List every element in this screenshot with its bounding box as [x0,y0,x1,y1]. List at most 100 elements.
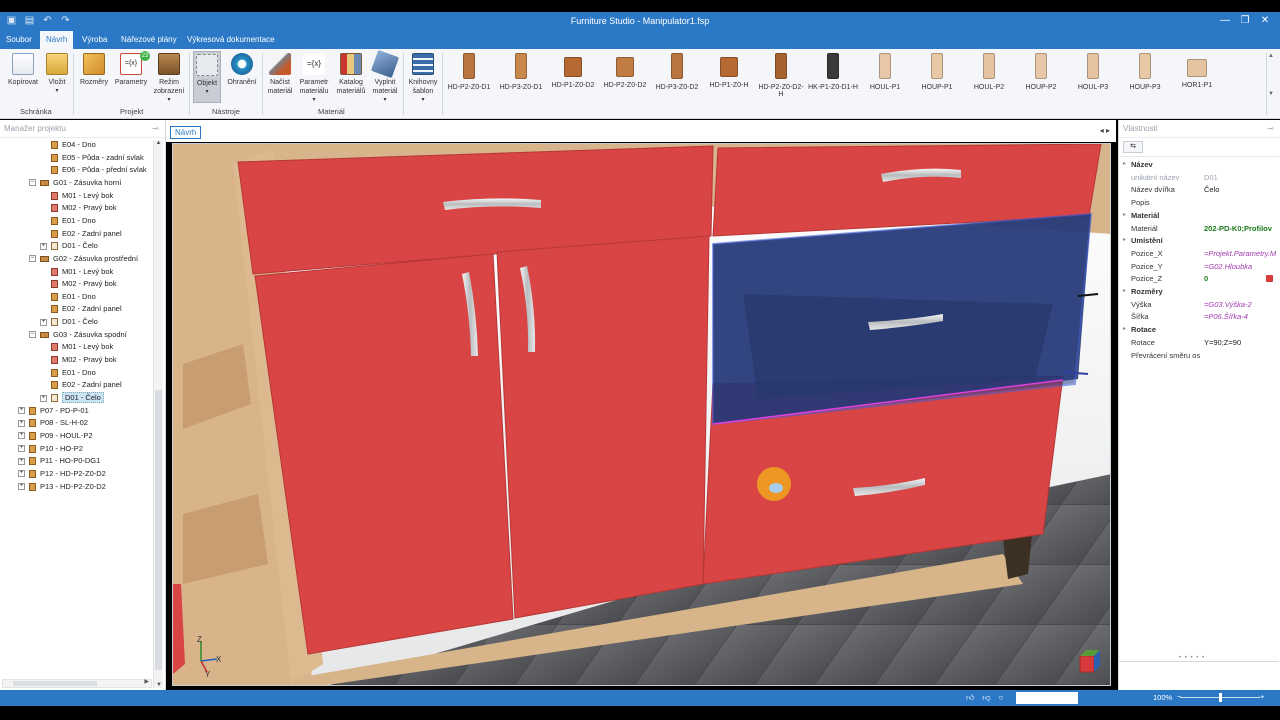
property-value[interactable]: =P06.Šířka-4 [1204,310,1248,323]
part-template-item[interactable]: HOUP-P3 [1120,53,1170,91]
tree-item[interactable]: M02 - Pravý bok [40,202,117,214]
expand-icon[interactable]: + [18,407,25,415]
property-value[interactable]: Čelo [1204,183,1219,196]
tree-item[interactable]: M01 - Levý bok [40,190,113,202]
dimensions-button[interactable]: Rozměry [78,53,110,87]
view-mode-dropdown-icon[interactable]: ▾ [152,96,186,105]
part-template-item[interactable]: HOR1-P1 [1172,53,1222,89]
part-template-item[interactable]: HOUP-P1 [912,53,962,91]
expand-icon[interactable]: + [18,470,25,478]
parameters-button[interactable]: ={x} 23 Parametry [113,51,150,87]
property-value[interactable]: D01 [1204,171,1218,184]
property-row[interactable]: Šířka =P06.Šířka-4 [1119,310,1279,323]
property-row[interactable]: Pozice_Y =G02.Hloubka [1119,260,1279,273]
property-value[interactable]: =Projekt.Parametry.M [1204,247,1276,260]
property-value[interactable]: 0 [1204,272,1208,285]
tree-item[interactable]: E01 - Dno [40,367,96,379]
load-material-button[interactable]: Načíst materiál [265,53,295,96]
property-row[interactable]: Název dvířka Čelo [1119,183,1279,196]
property-category[interactable]: ▸ Rotace [1119,323,1279,336]
fill-material-button[interactable]: Vyplnit materiál ▾ [370,49,400,105]
template-library-button[interactable]: Knihovny šablon ▾ [406,53,440,105]
part-template-item[interactable]: HD-P3-Z0-D1 [496,53,546,91]
tree-item[interactable]: M02 - Pravý bok [40,354,117,366]
category-toggle-icon[interactable]: ▸ [1123,158,1126,171]
tree-scroll-thumb[interactable] [155,390,162,670]
comment-icon[interactable]: ○ [999,693,1004,703]
property-category[interactable]: ▸ Materiál [1119,209,1279,222]
tree-item[interactable]: − G01 - Zásuvka horní [29,177,121,189]
minimize-icon[interactable]: — [1218,14,1232,28]
property-category[interactable]: ▸ Rozměry [1119,285,1279,298]
tree-item[interactable]: + D01 - Čelo [40,316,98,328]
scroll-down-icon[interactable]: ▼ [154,682,164,688]
tree-item[interactable]: E02 - Zadní panel [40,379,122,391]
part-template-item[interactable]: HOUL-P3 [1068,53,1118,91]
tree-item[interactable]: + P11 - HO-P0-DG1 [18,455,100,467]
property-row[interactable]: Převrácení směru os [1119,349,1279,362]
material-catalog-button[interactable]: Katalog materiálů [334,53,368,96]
tab-narezove-plany[interactable]: Nářezové plány [115,31,183,49]
tab-navrh-document[interactable]: Návrh [170,126,202,139]
expand-icon[interactable]: + [40,318,47,326]
tree-item[interactable]: E06 - Půda - přední svlak [40,164,147,176]
category-toggle-icon[interactable]: ▸ [1123,234,1126,247]
copy-button[interactable]: Kopírovat [6,53,40,87]
category-toggle-icon[interactable]: ▸ [1123,209,1126,222]
template-library-dropdown-icon[interactable]: ▾ [406,96,440,105]
document-nav-arrows[interactable]: ◂ ▸ [1100,126,1110,135]
property-row[interactable]: Materiál 202-PD-K0;Profilov [1119,222,1279,235]
property-row[interactable]: unikátní název D01 [1119,171,1279,184]
part-template-item[interactable]: HK-P1-Z0-D1-H [808,53,858,91]
tree-item[interactable]: + P13 - HD-P2-Z0-D2 [18,481,106,493]
fill-material-dropdown-icon[interactable]: ▾ [370,96,400,105]
tree-horizontal-scrollbar[interactable]: ▶ [2,679,152,688]
lock-icon[interactable] [1266,275,1273,283]
collapse-icon[interactable]: − [29,255,36,263]
tree-item[interactable]: M01 - Levý bok [40,266,113,278]
part-template-item[interactable]: HD-P2-Z0-D2-H [756,53,806,98]
scene-render[interactable]: Z X Y [173,144,1111,686]
expand-icon[interactable]: + [18,419,25,427]
property-value[interactable]: =G02.Hloubka [1204,260,1252,273]
pin-icon[interactable]: ⊸ [1267,120,1274,138]
tree-item[interactable]: − G03 - Zásuvka spodní [29,329,127,341]
property-value[interactable]: =G03.Výška-2 [1204,298,1252,311]
restore-icon[interactable]: ❐ [1238,14,1252,28]
part-template-item[interactable]: HD-P1-Z0-D2 [548,53,598,89]
part-template-item[interactable]: HOUL-P1 [860,53,910,91]
object-dropdown-icon[interactable]: ▾ [194,88,220,97]
tree-item[interactable]: + P09 - HOUL-P2 [18,430,93,442]
category-toggle-icon[interactable]: ▸ [1123,285,1126,298]
property-row[interactable]: Pozice_Z 0 [1119,272,1279,285]
part-template-item[interactable]: HOUL-P2 [964,53,1014,91]
tree-item[interactable]: E04 - Dno [40,139,96,151]
tree-item[interactable]: + P07 - PD-P-01 [18,405,89,417]
tree-item[interactable]: M01 - Levý bok [40,341,113,353]
paste-button[interactable]: Vložit ▾ [44,53,70,96]
thumbs-down-icon[interactable]: 👎︎ [982,693,990,703]
sort-categories-icon[interactable]: ⇆ [1123,141,1143,153]
tree-hscroll-thumb[interactable] [13,681,97,686]
3d-viewport[interactable]: Z X Y [172,143,1111,686]
paste-dropdown-icon[interactable]: ▾ [44,87,70,96]
tree-item[interactable]: E01 - Dno [40,215,96,227]
expand-icon[interactable]: + [18,445,25,453]
tab-navrh[interactable]: Návrh [40,31,74,49]
expand-icon[interactable]: + [18,457,25,465]
part-template-item[interactable]: HD-P2-Z0-D2 [600,53,650,89]
property-row[interactable]: Pozice_X =Projekt.Parametry.M [1119,247,1279,260]
object-button[interactable]: Objekt ▾ [193,51,221,103]
tree-item[interactable]: E02 - Zadní panel [40,303,122,315]
tab-vyroba[interactable]: Výroba [76,31,113,49]
property-value[interactable]: 202-PD-K0;Profilov [1204,222,1272,235]
view-cube-icon[interactable] [1079,650,1100,673]
zoom-in-icon[interactable]: + [1260,692,1264,701]
property-row[interactable]: Rotace Y=90;Z=90 [1119,336,1279,349]
property-row[interactable]: Výška =G03.Výška-2 [1119,298,1279,311]
material-parameter-button[interactable]: ={x} Parametr materiálu ▾ [297,53,331,105]
tab-soubor[interactable]: Soubor [0,31,38,49]
close-icon[interactable]: ✕ [1258,14,1272,28]
tab-vykresova-dokumentace[interactable]: Výkresová dokumentace [181,31,281,49]
category-toggle-icon[interactable]: ▸ [1123,323,1126,336]
